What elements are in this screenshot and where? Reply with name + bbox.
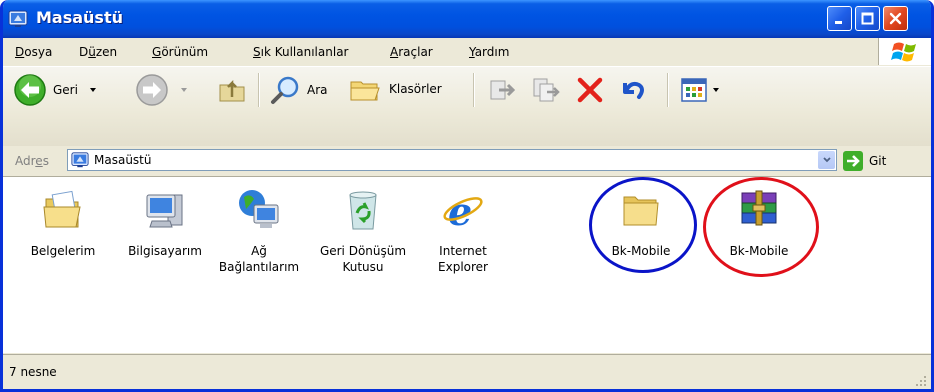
back-arrow-icon [14,74,46,106]
minimize-icon [835,21,842,24]
chevron-down-icon[interactable] [179,85,189,95]
close-icon [889,12,902,25]
up-folder-button[interactable] [217,75,247,105]
desktop-item-network[interactable]: Ağ Bağlantılarım [211,187,307,275]
desktop-item-label: Geri Dönüşüm Kutusu [319,244,407,274]
menu-edit[interactable]: Düzen [79,45,117,59]
title-bar[interactable]: Masaüstü [3,0,931,38]
desktop-item-label: Belgelerim [30,244,96,258]
status-bar: 7 nesne [3,354,931,389]
windows-logo [878,38,931,65]
my-computer-icon [146,194,183,228]
desktop-icon [8,10,28,27]
chevron-down-icon[interactable] [711,85,721,95]
desktop-item-recycle-bin[interactable]: Geri Dönüşüm Kutusu [315,187,411,275]
desktop-item-label: Ağ Bağlantılarım [218,244,300,274]
address-value: Masaüstü [94,153,152,167]
network-connections-icon [239,190,279,228]
chevron-down-icon[interactable] [88,85,98,95]
maximize-button[interactable] [855,6,880,31]
delete-icon [577,77,603,103]
maximize-icon [861,12,874,25]
recycle-bin-icon [349,191,377,230]
archive-highlight-circle [703,177,819,277]
menu-bar: Dosya Düzen Görünüm Sık Kullanılanlar Ar… [3,38,931,67]
menu-favorites[interactable]: Sık Kullanılanlar [253,45,348,59]
undo-icon [623,81,644,99]
folders-icon [350,81,380,101]
forward-button[interactable] [135,73,189,107]
desktop-item-internet-explorer[interactable]: e Internet Explorer [415,187,511,275]
folders-label: Klasörler [389,82,442,96]
back-label: Geri [53,83,78,97]
search-icon [271,76,299,104]
views-button[interactable] [679,75,721,105]
folders-button[interactable]: Klasörler [349,74,442,104]
undo-button[interactable] [617,75,647,105]
up-folder-icon [219,79,245,102]
minimize-button[interactable] [827,6,852,31]
forward-arrow-icon [136,74,168,106]
address-field[interactable]: Masaüstü [67,149,837,171]
search-button[interactable]: Ara [269,74,328,106]
address-bar: Adres Masaüstü Git [3,146,931,177]
move-to-icon [490,80,516,100]
chevron-down-icon [822,157,831,163]
copy-to-button[interactable] [531,75,561,105]
close-button[interactable] [883,6,908,31]
explorer-window: Masaüstü Dosya Düzen Görünüm Sık Kullanı… [0,0,934,392]
toolbar: Geri Ara Klasörler [3,67,931,147]
desktop-item-label: Internet Explorer [438,244,488,274]
search-label: Ara [307,83,328,97]
internet-explorer-icon: e [443,189,483,233]
copy-to-icon [533,78,560,102]
my-documents-icon [43,190,81,228]
go-label: Git [869,154,887,168]
folder-highlight-circle [589,177,697,273]
desktop-item-label: Bilgisayarım [128,244,202,258]
desktop-icon [71,152,89,168]
delete-button[interactable] [575,75,605,105]
address-dropdown[interactable] [818,151,835,169]
menu-tools[interactable]: Araçlar [390,45,433,59]
menu-view[interactable]: Görünüm [152,45,208,59]
go-arrow-icon [843,151,863,171]
move-to-button[interactable] [487,75,517,105]
menu-help[interactable]: Yardım [469,45,509,59]
windows-flag-icon [891,42,916,62]
views-icon [681,78,707,102]
menu-file[interactable]: Dosya [15,45,52,59]
desktop-content: Belgelerim Bilgisayarım Ağ Bağlantılarım [3,177,931,353]
desktop-item-my-documents[interactable]: Belgelerim [15,187,111,259]
status-text: 7 nesne [9,365,57,379]
address-label: Adres [15,154,49,168]
window-title: Masaüstü [36,8,123,27]
resize-grip-icon[interactable] [915,375,927,387]
svg-text:e: e [448,189,472,233]
desktop-item-my-computer[interactable]: Bilgisayarım [117,187,213,259]
go-button[interactable]: Git [843,151,886,171]
back-button[interactable]: Geri [13,73,98,107]
